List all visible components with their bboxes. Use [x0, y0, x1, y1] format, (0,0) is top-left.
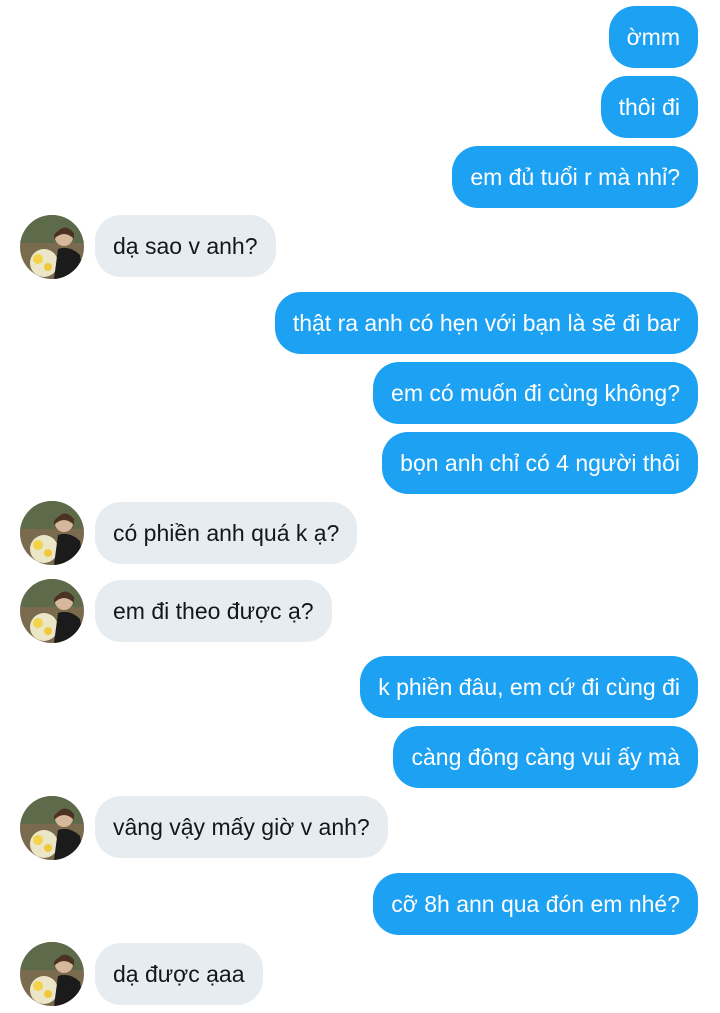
contact-avatar-icon[interactable] — [20, 579, 84, 643]
received-message-bubble[interactable]: em đi theo được ạ? — [95, 580, 332, 642]
received-message-bubble[interactable]: dạ được ạaa — [95, 943, 263, 1005]
sent-message-bubble[interactable]: k phiền đâu, em cứ đi cùng đi — [360, 656, 698, 718]
sent-message-bubble[interactable]: thôi đi — [600, 76, 698, 138]
contact-avatar-icon[interactable] — [20, 215, 84, 279]
chat-thread: ờmm thôi đi em đủ tuổi r mà nhỉ? dạ sao … — [0, 0, 720, 1013]
sent-message-bubble[interactable]: bọn anh chỉ có 4 người thôi — [382, 432, 698, 494]
contact-avatar-icon[interactable] — [20, 501, 84, 565]
received-message-bubble[interactable]: dạ sao v anh? — [95, 215, 276, 277]
sent-message-bubble[interactable]: cỡ 8h ann qua đón em nhé? — [373, 873, 698, 935]
received-message-bubble[interactable]: vâng vậy mấy giờ v anh? — [95, 796, 388, 858]
sent-message-bubble[interactable]: thật ra anh có hẹn với bạn là sẽ đi bar — [274, 292, 698, 354]
sent-message-bubble[interactable]: em có muốn đi cùng không? — [373, 362, 698, 424]
sent-message-bubble[interactable]: càng đông càng vui ấy mà — [393, 726, 698, 788]
sent-message-bubble[interactable]: em đủ tuổi r mà nhỉ? — [452, 146, 698, 208]
sent-message-bubble[interactable]: ờmm — [608, 6, 698, 68]
contact-avatar-icon[interactable] — [20, 796, 84, 860]
received-message-bubble[interactable]: có phiền anh quá k ạ? — [95, 502, 358, 564]
contact-avatar-icon[interactable] — [20, 942, 84, 1006]
